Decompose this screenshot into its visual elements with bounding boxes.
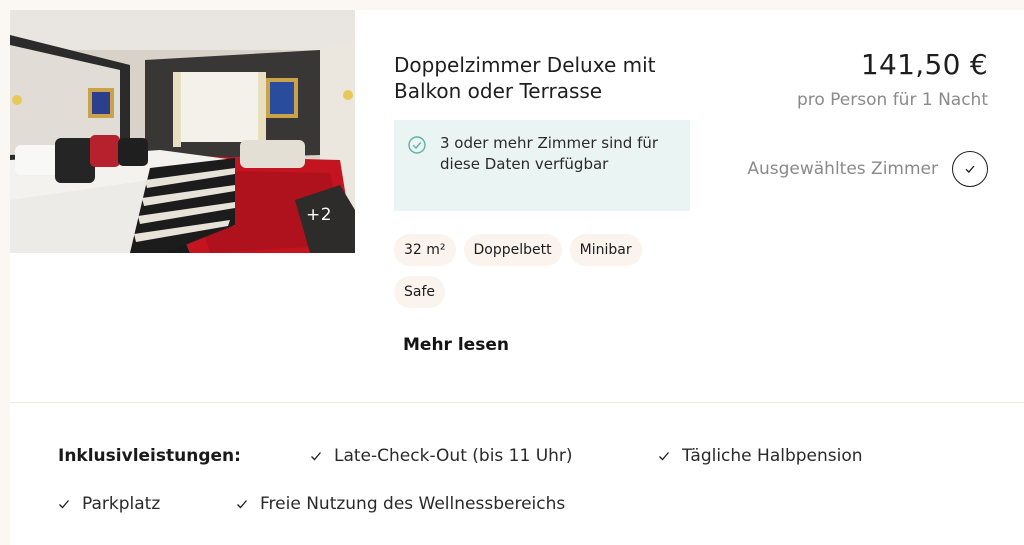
inclusion-label: Freie Nutzung des Wellnessbereichs — [260, 494, 566, 514]
inclusion-label: Parkplatz — [82, 494, 161, 514]
inclusions-title: Inklusivleistungen: — [58, 446, 241, 466]
room-card: +2 Doppelzimmer Deluxe mit Balkon oder T… — [10, 10, 1024, 545]
feature-tag-safe: Safe — [394, 276, 446, 308]
divider — [10, 402, 1024, 403]
feature-tag-minibar: Minibar — [569, 234, 642, 266]
inclusion-item: Freie Nutzung des Wellnessbereichs — [236, 494, 565, 514]
room-features: 32 m² Doppelbett Minibar Safe — [394, 234, 694, 308]
price-basis: pro Person für 1 Nacht — [796, 90, 988, 110]
feature-tag-bed: Doppelbett — [463, 234, 562, 266]
inclusion-label: Late-Check-Out (bis 11 Uhr) — [334, 446, 573, 466]
availability-box: 3 oder mehr Zimmer sind für diese Daten … — [394, 120, 690, 211]
check-icon — [237, 500, 247, 509]
inclusion-label: Tägliche Halbpension — [682, 446, 863, 466]
room-photo-image — [10, 10, 355, 253]
room-price: 141,50 € — [860, 48, 988, 81]
inclusion-item: Tägliche Halbpension — [658, 446, 863, 466]
read-more-link[interactable]: Mehr lesen — [403, 335, 509, 355]
check-circle-icon — [408, 136, 426, 154]
selected-room-label: Ausgewähltes Zimmer — [747, 159, 938, 179]
check-icon — [659, 452, 669, 461]
photo-count: +2 — [306, 205, 333, 225]
inclusion-item: Late-Check-Out (bis 11 Uhr) — [310, 446, 573, 466]
selected-room-toggle[interactable]: Ausgewähltes Zimmer — [747, 151, 988, 187]
room-photo[interactable]: +2 — [10, 10, 355, 253]
availability-text: 3 oder mehr Zimmer sind für diese Daten … — [440, 134, 659, 173]
inclusion-item: Parkplatz — [58, 494, 160, 514]
feature-tag-size: 32 m² — [394, 234, 456, 266]
check-icon — [59, 500, 69, 509]
check-icon — [311, 452, 321, 461]
room-title: Doppelzimmer Deluxe mit Balkon oder Terr… — [394, 53, 656, 103]
check-circle-outline-icon[interactable] — [952, 151, 988, 187]
